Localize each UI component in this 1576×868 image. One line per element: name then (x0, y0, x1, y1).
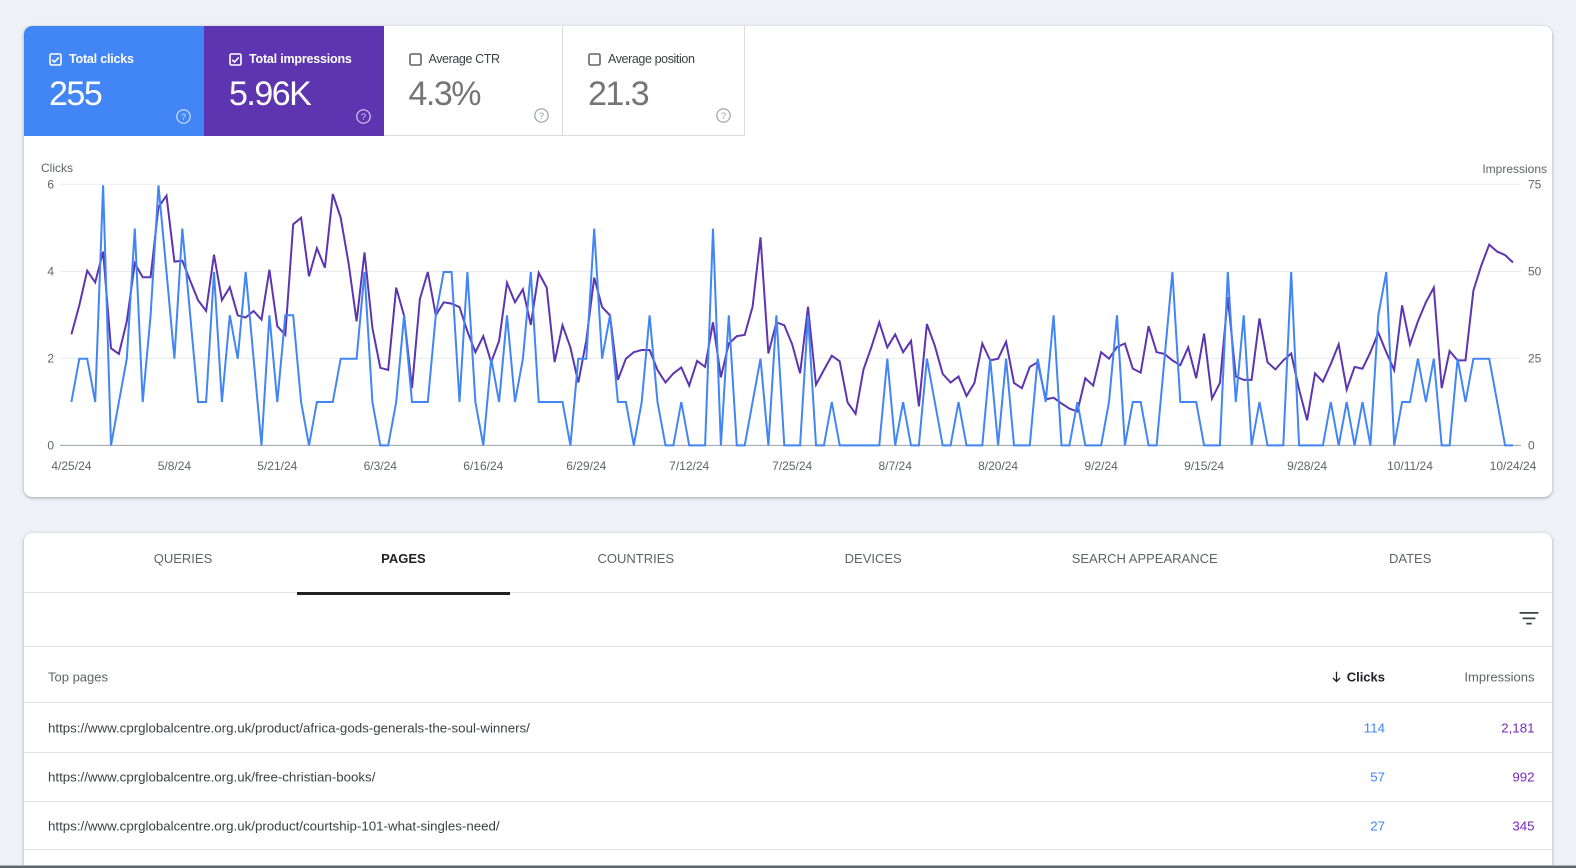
svg-text:0: 0 (47, 439, 54, 453)
svg-text:8/20/24: 8/20/24 (978, 459, 1018, 473)
svg-text:?: ? (539, 111, 544, 122)
svg-text:?: ? (360, 112, 365, 123)
svg-text:8/7/24: 8/7/24 (879, 459, 913, 473)
svg-text:10/11/24: 10/11/24 (1387, 459, 1433, 473)
svg-text:?: ? (721, 111, 726, 122)
svg-text:6: 6 (47, 178, 54, 192)
svg-text:10/24/24: 10/24/24 (1490, 459, 1537, 473)
svg-text:9/28/24: 9/28/24 (1287, 459, 1327, 473)
svg-text:6/16/24: 6/16/24 (463, 459, 503, 473)
svg-text:0: 0 (1528, 439, 1535, 453)
svg-text:7/12/24: 7/12/24 (669, 459, 709, 473)
svg-text:50: 50 (1528, 265, 1542, 279)
svg-text:75: 75 (1528, 178, 1542, 192)
svg-text:4: 4 (47, 265, 54, 279)
svg-text:9/2/24: 9/2/24 (1084, 459, 1118, 473)
svg-text:6/3/24: 6/3/24 (364, 459, 398, 473)
svg-text:7/25/24: 7/25/24 (772, 459, 812, 473)
svg-text:?: ? (181, 112, 186, 123)
svg-text:9/15/24: 9/15/24 (1184, 459, 1224, 473)
svg-text:6/29/24: 6/29/24 (566, 459, 606, 473)
svg-text:Clicks: Clicks (41, 161, 73, 175)
svg-text:4/25/24: 4/25/24 (51, 459, 91, 473)
svg-text:5/21/24: 5/21/24 (257, 459, 297, 473)
svg-text:2: 2 (47, 352, 54, 366)
svg-text:5/8/24: 5/8/24 (158, 459, 192, 473)
svg-text:25: 25 (1528, 352, 1542, 366)
svg-text:Impressions: Impressions (1482, 162, 1547, 176)
